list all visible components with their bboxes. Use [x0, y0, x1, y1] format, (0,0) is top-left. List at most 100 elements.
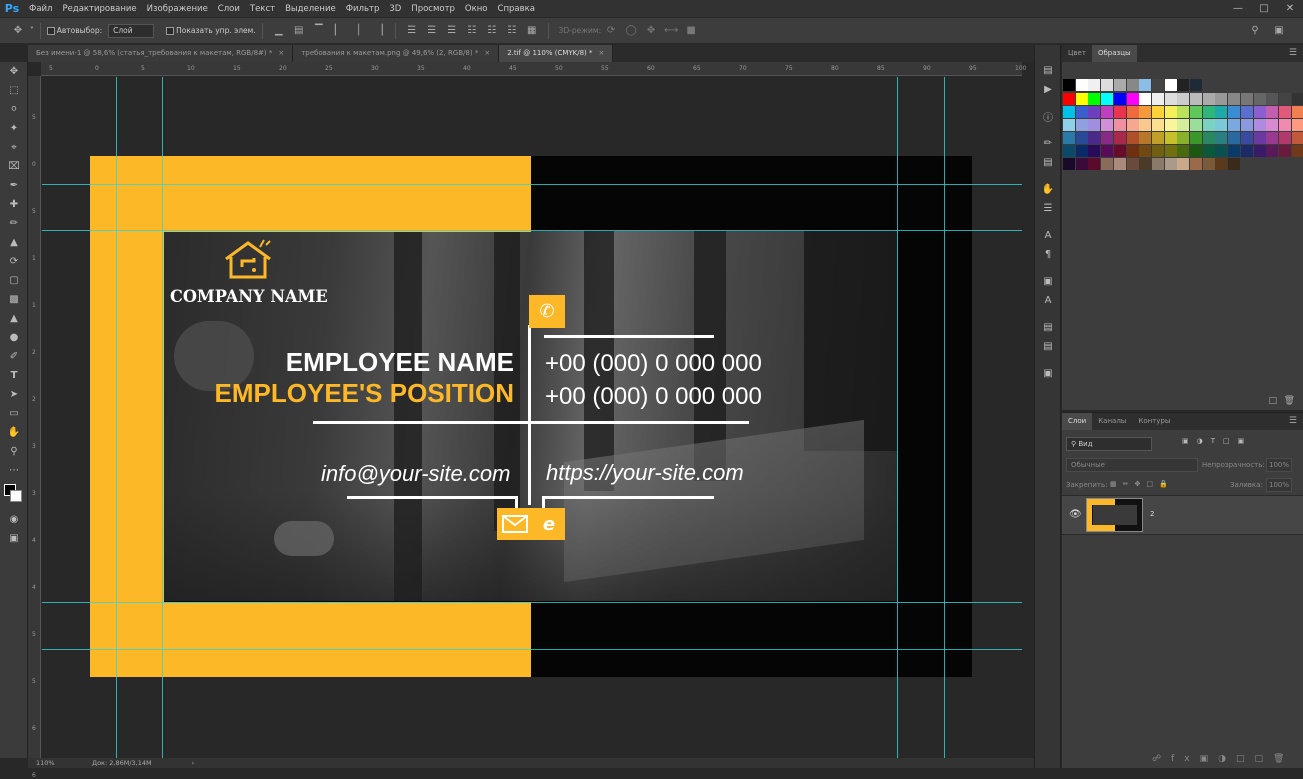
- swatch[interactable]: [1113, 106, 1126, 118]
- swatch[interactable]: [1139, 79, 1152, 91]
- swatch[interactable]: [1266, 93, 1279, 105]
- swatch[interactable]: [1291, 119, 1303, 131]
- swatch[interactable]: [1126, 106, 1139, 118]
- swatch[interactable]: [1202, 145, 1215, 157]
- eyedropper-icon[interactable]: ✒: [0, 176, 28, 195]
- swatch[interactable]: [1075, 119, 1088, 131]
- swatch[interactable]: [1177, 106, 1190, 118]
- swatch[interactable]: [1278, 132, 1291, 144]
- swatch[interactable]: [1075, 93, 1088, 105]
- path-select-icon[interactable]: ➤: [0, 385, 28, 404]
- swatch[interactable]: [1228, 158, 1241, 170]
- swatch[interactable]: [1139, 145, 1152, 157]
- swatch[interactable]: [1240, 106, 1253, 118]
- swatch[interactable]: [1113, 145, 1126, 157]
- swatch[interactable]: [1291, 106, 1303, 118]
- tab-channels[interactable]: Каналы: [1092, 413, 1132, 430]
- swatch[interactable]: [1177, 93, 1190, 105]
- menu-select[interactable]: Выделение: [280, 4, 341, 14]
- swatch[interactable]: [1101, 106, 1114, 118]
- panel-menu-icon[interactable]: ☰: [1289, 416, 1297, 426]
- swatch[interactable]: [1202, 132, 1215, 144]
- menu-image[interactable]: Изображение: [142, 4, 213, 14]
- char-styles-icon[interactable]: A: [1035, 291, 1061, 310]
- swatch[interactable]: [1215, 145, 1228, 157]
- status-expand-icon[interactable]: ›: [192, 759, 195, 767]
- menu-view[interactable]: Просмотр: [406, 4, 460, 14]
- swatch[interactable]: [1101, 132, 1114, 144]
- distribute-right-icon[interactable]: ☷: [504, 23, 520, 39]
- swatch[interactable]: [1075, 132, 1088, 144]
- search-icon[interactable]: ⚲: [1247, 23, 1263, 39]
- swatch[interactable]: [1113, 79, 1126, 91]
- swatch[interactable]: [1088, 145, 1101, 157]
- distribute-bottom-icon[interactable]: ☰: [444, 23, 460, 39]
- character-icon[interactable]: A: [1035, 226, 1061, 245]
- swatch[interactable]: [1164, 132, 1177, 144]
- swatch[interactable]: [1228, 93, 1241, 105]
- tab-document-2[interactable]: требования к макетам.png @ 49,6% (2, RGB…: [293, 45, 500, 62]
- swatch[interactable]: [1164, 158, 1177, 170]
- align-right-icon[interactable]: ▕: [371, 23, 387, 39]
- 3d-slide-icon[interactable]: ⟷: [663, 23, 679, 39]
- swatch[interactable]: [1075, 158, 1088, 170]
- stamp-icon[interactable]: ▲: [0, 233, 28, 252]
- swatch[interactable]: [1139, 106, 1152, 118]
- glyphs-icon[interactable]: ▣: [1035, 272, 1061, 291]
- tab-paths[interactable]: Контуры: [1132, 413, 1176, 430]
- workspace-icon[interactable]: ▣: [1271, 23, 1287, 39]
- swatch[interactable]: [1139, 158, 1152, 170]
- magic-wand-icon[interactable]: ✦: [0, 119, 28, 138]
- swatch[interactable]: [1202, 158, 1215, 170]
- swatch[interactable]: [1228, 106, 1241, 118]
- menu-edit[interactable]: Редактирование: [57, 4, 141, 14]
- swatch[interactable]: [1063, 158, 1075, 170]
- swatch[interactable]: [1164, 119, 1177, 131]
- pen-icon[interactable]: ✐: [0, 347, 28, 366]
- brush-settings-icon[interactable]: ✏: [1035, 134, 1061, 153]
- layer-filter-dropdown[interactable]: ⚲ Вид: [1066, 437, 1152, 451]
- info-icon[interactable]: ⓘ: [1035, 107, 1061, 126]
- maximize-icon[interactable]: □: [1251, 0, 1277, 17]
- hand-icon[interactable]: ✋: [0, 423, 28, 442]
- swatch[interactable]: [1088, 79, 1101, 91]
- gradient-icon[interactable]: ▩: [0, 290, 28, 309]
- 3d-drag-icon[interactable]: ✥: [643, 23, 659, 39]
- color-swatches[interactable]: [0, 480, 27, 510]
- swatch[interactable]: [1177, 158, 1190, 170]
- align-top-icon[interactable]: ▁: [271, 23, 287, 39]
- close-icon[interactable]: ×: [278, 49, 284, 57]
- paragraph-icon[interactable]: ¶: [1035, 245, 1061, 264]
- swatch[interactable]: [1063, 119, 1075, 131]
- heal-icon[interactable]: ✚: [0, 195, 28, 214]
- 3d-roll-icon[interactable]: ◯: [623, 23, 639, 39]
- swatch[interactable]: [1113, 119, 1126, 131]
- swatch[interactable]: [1240, 132, 1253, 144]
- swatch[interactable]: [1177, 79, 1190, 91]
- brush-icon[interactable]: ✏: [0, 214, 28, 233]
- swatch[interactable]: [1215, 158, 1228, 170]
- background-color[interactable]: [10, 490, 22, 502]
- swatch[interactable]: [1139, 119, 1152, 131]
- layers-footer-icons[interactable]: ☍fx▣◑□□🗑: [1152, 754, 1294, 764]
- swatch[interactable]: [1253, 119, 1266, 131]
- autoselect-checkbox[interactable]: [46, 26, 55, 35]
- swatch[interactable]: [1253, 106, 1266, 118]
- swatch[interactable]: [1126, 93, 1139, 105]
- distribute-top-icon[interactable]: ☰: [404, 23, 420, 39]
- swatch[interactable]: [1228, 132, 1241, 144]
- swatch[interactable]: [1278, 93, 1291, 105]
- menu-window[interactable]: Окно: [460, 4, 493, 14]
- zoom-level[interactable]: 110%: [36, 759, 78, 767]
- zoom-icon[interactable]: ⚲: [0, 442, 28, 461]
- menu-layers[interactable]: Слои: [213, 4, 245, 14]
- align-hcenter-icon[interactable]: │: [351, 23, 367, 39]
- swatch[interactable]: [1151, 106, 1164, 118]
- swatch[interactable]: [1151, 145, 1164, 157]
- move-tool-icon[interactable]: ✥: [0, 62, 28, 81]
- eraser-icon[interactable]: ▢: [0, 271, 28, 290]
- fill-input[interactable]: 100%: [1266, 478, 1292, 492]
- swatch[interactable]: [1164, 79, 1177, 91]
- blend-mode-dropdown[interactable]: Обычные: [1066, 458, 1198, 472]
- tab-document-3[interactable]: 2.tif @ 110% (CMYK/8) * ×: [499, 45, 614, 62]
